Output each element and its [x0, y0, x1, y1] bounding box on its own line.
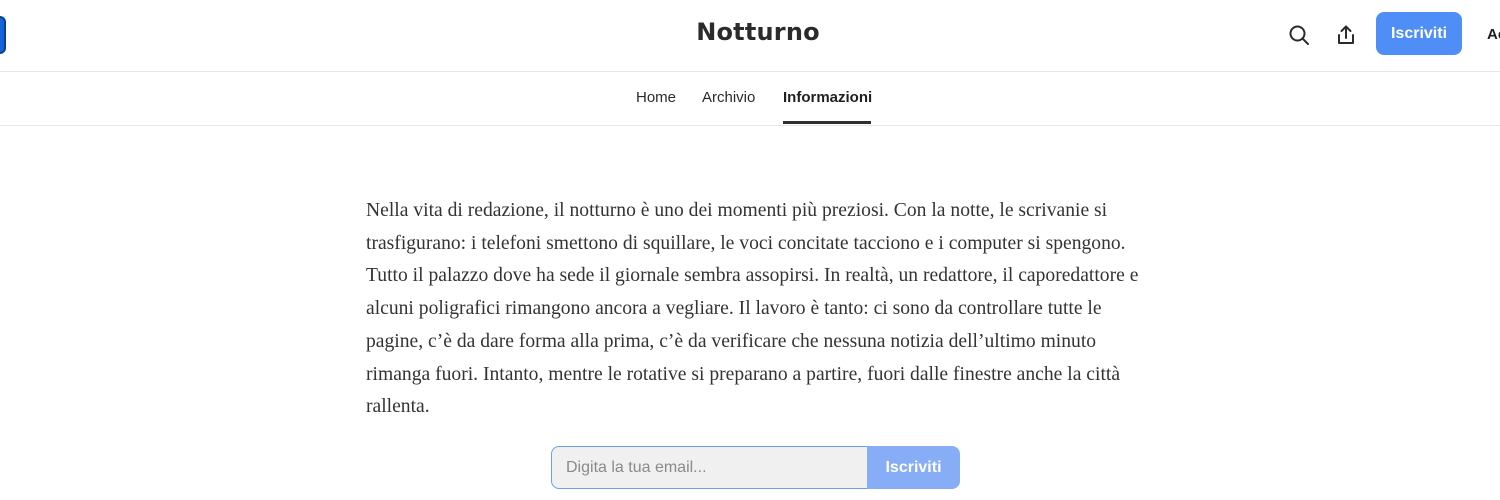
nav-informazioni[interactable]: Informazioni [783, 89, 872, 106]
nav-archivio[interactable]: Archivio [702, 89, 755, 106]
active-tab-indicator [783, 121, 871, 124]
search-icon [1289, 25, 1309, 45]
share-button[interactable] [1331, 20, 1361, 50]
account-link[interactable]: Ac [1487, 26, 1500, 43]
nav-home[interactable]: Home [636, 89, 676, 106]
email-input[interactable] [551, 446, 867, 489]
about-text: Nella vita di redazione, il notturno è u… [366, 200, 1139, 418]
subscribe-submit-button[interactable]: Iscriviti [867, 446, 960, 489]
site-title[interactable]: Notturno [0, 18, 1500, 46]
share-icon [1338, 25, 1354, 44]
subscribe-button[interactable]: Iscriviti [1376, 12, 1462, 55]
subscribe-form: Iscriviti [551, 446, 960, 489]
section-nav: Home Archivio Informazioni [0, 72, 1500, 126]
top-bar: Notturno Iscriviti Ac [0, 0, 1500, 72]
search-button[interactable] [1284, 20, 1314, 50]
